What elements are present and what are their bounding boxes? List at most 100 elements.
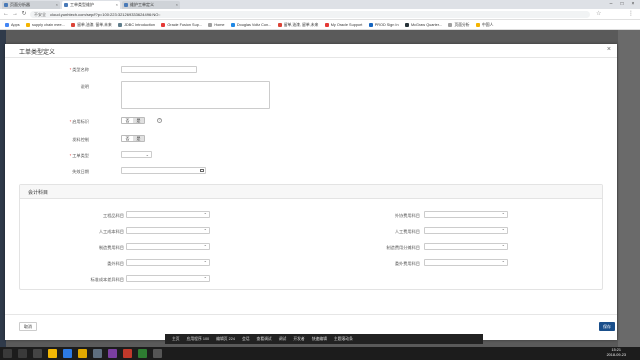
bookmark-item[interactable]: Home [208,20,225,29]
bookmark-star-icon[interactable]: ☆ [596,10,601,19]
cancel-button[interactable]: 取消 [19,322,37,331]
bookmark-item[interactable]: JDBC Introduction [118,20,155,29]
account-select[interactable]: ⌃ [126,211,210,218]
account-label: 人工成本科目 [98,229,124,234]
account-label: 标准成本差异科目 [90,277,124,282]
accounting-section: 会计科目 工程品科目 ⌃ 人工成本科目 ⌃ 制造费用科目 ⌃ 委外科目 ⌃ 标准… [19,184,603,290]
toolbar-session[interactable]: 会话 [242,337,250,342]
chevron-up-icon: ⌃ [203,228,207,233]
account-select[interactable]: ⌃ [126,259,210,266]
description-textarea[interactable] [121,81,270,109]
bookmark-item[interactable]: Apps [5,20,20,29]
chevron-up-icon: ⌃ [203,244,207,249]
toggle-yes[interactable]: 是 [133,136,144,141]
system-clock[interactable]: 15:21 2018-09-23 [607,348,626,358]
close-tab-icon[interactable]: × [116,1,118,9]
minimize-icon[interactable]: – [606,0,616,9]
url-text: cloud.yunhtech.com/sep/f?p=100:223:32126… [50,12,161,17]
search-icon[interactable] [18,349,27,358]
expiry-date-input[interactable] [121,167,206,174]
issue-control-toggle[interactable]: 否 是 [121,135,145,142]
apps-icon [5,23,9,27]
bookmark-item[interactable]: 留单,油漆, 留单,未来 [71,20,112,29]
toggle-yes[interactable]: 是 [133,118,144,123]
account-select[interactable]: ⌃ [424,211,508,218]
url-input[interactable]: 不安全 cloud.yunhtech.com/sep/f?p=100:223:3… [30,11,590,18]
toolbar-theme-roller[interactable]: 主题滚动条 [334,337,353,342]
toolbar-debug[interactable]: 调试 [279,337,287,342]
save-button[interactable]: 保存 [599,322,615,331]
task-view-icon[interactable] [33,349,42,358]
bookmark-item[interactable]: 页面分析 [448,20,470,29]
account-select[interactable]: ⌃ [424,243,508,250]
toolbar-quick-edit[interactable]: 快速编辑 [312,337,327,342]
browser-tab-bar: 页面分析器 × 工单类型维护 × 维护工单定义 × – □ × [0,0,640,9]
chevron-up-icon: ⌃ [501,212,505,217]
chevron-up-icon: ⌃ [203,276,207,281]
toggle-no[interactable]: 否 [122,118,133,123]
toolbar-edit-page[interactable]: 编辑页 224 [216,337,235,342]
type-name-input[interactable] [121,66,197,73]
maximize-icon[interactable]: □ [617,0,627,9]
bookmark-item[interactable]: Douglas Voltz Con... [230,20,271,29]
browser-tab-active[interactable]: 工单类型维护 × [62,1,120,9]
chevron-up-icon: ⌃ [501,228,505,233]
calendar-icon[interactable] [200,169,204,172]
close-tab-icon[interactable]: × [176,1,178,9]
enabled-label: *启用标识 [69,119,89,124]
type-name-label: *类型名称 [69,67,89,72]
app-icon[interactable] [153,349,162,358]
browser-menu-icon[interactable]: ⋮ [628,10,634,19]
account-select[interactable]: ⌃ [126,275,210,282]
reload-icon[interactable]: ↻ [20,10,28,19]
issue-control-label: 发料控制 [72,137,89,142]
bookmark-item[interactable]: supply chain mee... [26,20,65,29]
developer-toolbar: 主页 应用程序 100 编辑页 224 会话 查看调试 调试 开发者 快速编辑 … [165,334,483,344]
app-icon[interactable] [123,349,132,358]
help-icon[interactable]: ? [157,118,162,123]
browser-tab[interactable]: 维护工单定义 × [122,1,180,9]
bookmark-item[interactable]: My Oracle Support [324,20,362,29]
section-title: 会计科目 [28,190,49,196]
folder-icon [475,23,480,27]
account-label: 工程品科目 [103,213,124,218]
excel-icon[interactable] [138,349,147,358]
browser-tab[interactable]: 页面分析器 × [2,1,60,9]
close-icon[interactable]: × [607,46,611,53]
app-icon[interactable] [108,349,117,358]
work-order-type-select[interactable]: ⌄ [121,151,152,158]
account-label: 制造费用分摊科目 [386,245,420,250]
bookmark-item[interactable]: 中国人 [475,20,493,29]
tab-label: 页面分析器 [10,2,30,7]
chevron-up-icon: ⌃ [203,260,207,265]
account-label: 委外费用科目 [394,261,420,266]
account-select[interactable]: ⌃ [126,243,210,250]
folder-icon [26,23,31,27]
dialog-header: 工单类型定义 × [5,44,617,58]
bookmark-item[interactable]: PROD Sign In [368,20,399,29]
back-icon[interactable]: ← [2,10,10,19]
account-label: 外协费用科目 [394,213,420,218]
toolbar-developer[interactable]: 开发者 [293,337,304,342]
toggle-no[interactable]: 否 [122,136,133,141]
forward-icon[interactable]: → [11,10,19,19]
description-label: 说明 [80,84,89,89]
toolbar-home[interactable]: 主页 [172,337,180,342]
start-icon[interactable] [3,349,12,358]
edge-icon[interactable] [63,349,72,358]
chrome-icon[interactable] [78,349,87,358]
enabled-toggle[interactable]: 否 是 [121,117,145,124]
bookmark-item[interactable]: McGraw Quarter... [405,20,442,29]
toolbar-application[interactable]: 应用程序 100 [187,337,210,342]
app-icon[interactable] [93,349,102,358]
account-select[interactable]: ⌃ [424,227,508,234]
bookmark-item[interactable]: Oracle Fusion Sup... [161,20,202,29]
account-select[interactable]: ⌃ [424,259,508,266]
window-close-icon[interactable]: × [628,0,638,9]
bookmark-item[interactable]: 留单,油漆, 留单,未来 [277,20,318,29]
close-tab-icon[interactable]: × [56,1,58,9]
security-indicator: 不安全 [34,12,46,17]
toolbar-view-debug[interactable]: 查看调试 [257,337,272,342]
account-select[interactable]: ⌃ [126,227,210,234]
file-explorer-icon[interactable] [48,349,57,358]
